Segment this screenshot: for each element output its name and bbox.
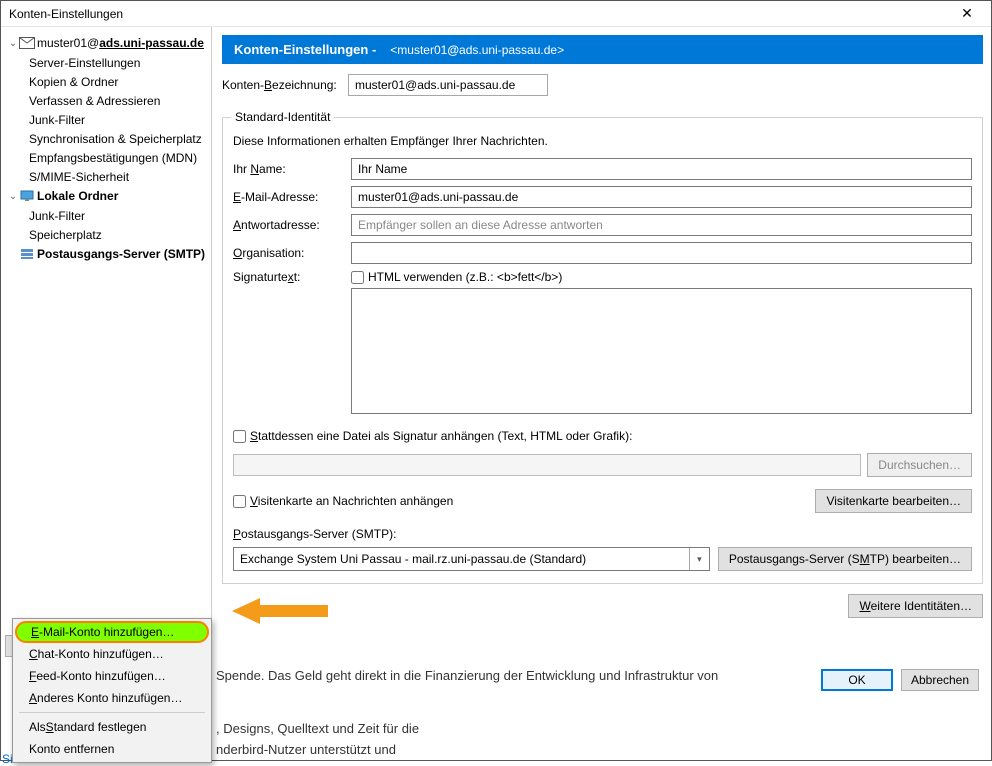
sidebar-item[interactable]: Verfassen & Adressieren (1, 91, 211, 110)
vcard-edit-button[interactable]: Visitenkarte bearbeiten… (815, 489, 972, 513)
sidebar: ⌄ muster01@ads.uni-passau.de Server-Eins… (1, 27, 212, 661)
header-bar: Konten-Einstellungen - <muster01@ads.uni… (222, 35, 983, 64)
smtp-label: Postausgangs-Server (SMTP) (37, 247, 205, 261)
menu-add-other-account[interactable]: Anderes Konto hinzufügen… (15, 687, 209, 709)
tree-local-folders[interactable]: ⌄ Lokale Ordner (1, 186, 211, 206)
vcard-checkbox[interactable] (233, 495, 246, 508)
twisty-icon: ⌄ (7, 38, 19, 49)
org-label: Organisation: (233, 246, 351, 260)
identity-desc: Diese Informationen erhalten Empfänger I… (233, 134, 972, 148)
menu-add-chat-account[interactable]: Chat-Konto hinzufügen… (15, 643, 209, 665)
account-actions-menu: E-Mail-Konto hinzufügen… Chat-Konto hinz… (12, 618, 212, 763)
account-email-label: muster01@ads.uni-passau.de (37, 36, 204, 50)
html-sig-checkbox[interactable] (351, 271, 364, 284)
smtp-selected-value: Exchange System Uni Passau - mail.rz.uni… (240, 552, 586, 566)
smtp-select[interactable]: Exchange System Uni Passau - mail.rz.uni… (233, 547, 710, 571)
identity-fieldset: Standard-Identität Diese Informationen e… (222, 110, 983, 584)
tree-smtp[interactable]: Postausgangs-Server (SMTP) (1, 244, 211, 264)
html-sig-label: HTML verwenden (z.B.: <b>fett</b>) (368, 270, 562, 284)
monitor-icon (19, 189, 35, 203)
sig-label: Signaturtext: (233, 270, 351, 284)
twisty-icon: ⌄ (7, 191, 19, 202)
titlebar: Konten-Einstellungen ✕ (1, 1, 991, 27)
background-text: Spende. Das Geld geht direkt in die Fina… (210, 662, 992, 764)
sidebar-item[interactable]: S/MIME-Sicherheit (1, 167, 211, 186)
sidebar-item[interactable]: Junk-Filter (1, 110, 211, 129)
window-title: Konten-Einstellungen (9, 7, 123, 21)
vcard-label: Visitenkarte an Nachrichten anhängen (250, 494, 453, 508)
close-button[interactable]: ✕ (947, 2, 987, 26)
attach-file-label: Stattdessen eine Datei als Signatur anhä… (250, 429, 632, 443)
smtp-edit-button[interactable]: Postausgangs-Server (SMTP) bearbeiten… (718, 547, 972, 571)
menu-set-default[interactable]: Als Standard festlegen (15, 716, 209, 738)
sidebar-item[interactable]: Junk-Filter (1, 206, 211, 225)
header-title: Konten-Einstellungen - (234, 42, 376, 57)
envelope-icon (19, 36, 35, 50)
signature-textarea[interactable] (351, 288, 972, 414)
menu-add-feed-account[interactable]: Feed-Konto hinzufügen… (15, 665, 209, 687)
sidebar-item[interactable]: Kopien & Ordner (1, 72, 211, 91)
menu-separator (19, 712, 205, 713)
fieldset-legend: Standard-Identität (231, 110, 334, 124)
more-identities-button[interactable]: Weitere Identitäten… (848, 594, 983, 618)
tree-account-root[interactable]: ⌄ muster01@ads.uni-passau.de (1, 33, 211, 53)
header-email: <muster01@ads.uni-passau.de> (390, 43, 564, 57)
sidebar-item[interactable]: Speicherplatz (1, 225, 211, 244)
attach-file-checkbox[interactable] (233, 430, 246, 443)
chevron-down-icon: ▾ (689, 548, 709, 570)
browse-button[interactable]: Durchsuchen… (867, 453, 972, 477)
account-name-label: Konten-Bezeichnung: (222, 78, 340, 92)
smtp-section-label: Postausgangs-Server (SMTP): (233, 527, 972, 541)
account-tree: ⌄ muster01@ads.uni-passau.de Server-Eins… (1, 33, 211, 631)
sidebar-item[interactable]: Server-Einstellungen (1, 53, 211, 72)
reply-label: Antwortadresse: (233, 218, 351, 232)
name-label: Ihr Name: (233, 162, 351, 176)
annotation-arrow-icon (232, 596, 328, 626)
sig-file-input[interactable] (233, 454, 861, 476)
sidebar-item[interactable]: Synchronisation & Speicherplatz (1, 129, 211, 148)
email-input[interactable] (351, 186, 972, 208)
menu-remove-account[interactable]: Konto entfernen (15, 738, 209, 760)
content-pane: Konten-Einstellungen - <muster01@ads.uni… (212, 27, 991, 661)
email-label: E-Mail-Adresse: (233, 190, 351, 204)
local-folders-label: Lokale Ordner (37, 189, 118, 203)
reply-input[interactable] (351, 214, 972, 236)
account-name-input[interactable] (348, 74, 548, 96)
server-icon (19, 247, 35, 261)
menu-add-email-account[interactable]: E-Mail-Konto hinzufügen… (15, 621, 209, 643)
close-icon: ✕ (961, 5, 973, 22)
org-input[interactable] (351, 242, 972, 264)
sidebar-item[interactable]: Empfangsbestätigungen (MDN) (1, 148, 211, 167)
name-input[interactable] (351, 158, 972, 180)
